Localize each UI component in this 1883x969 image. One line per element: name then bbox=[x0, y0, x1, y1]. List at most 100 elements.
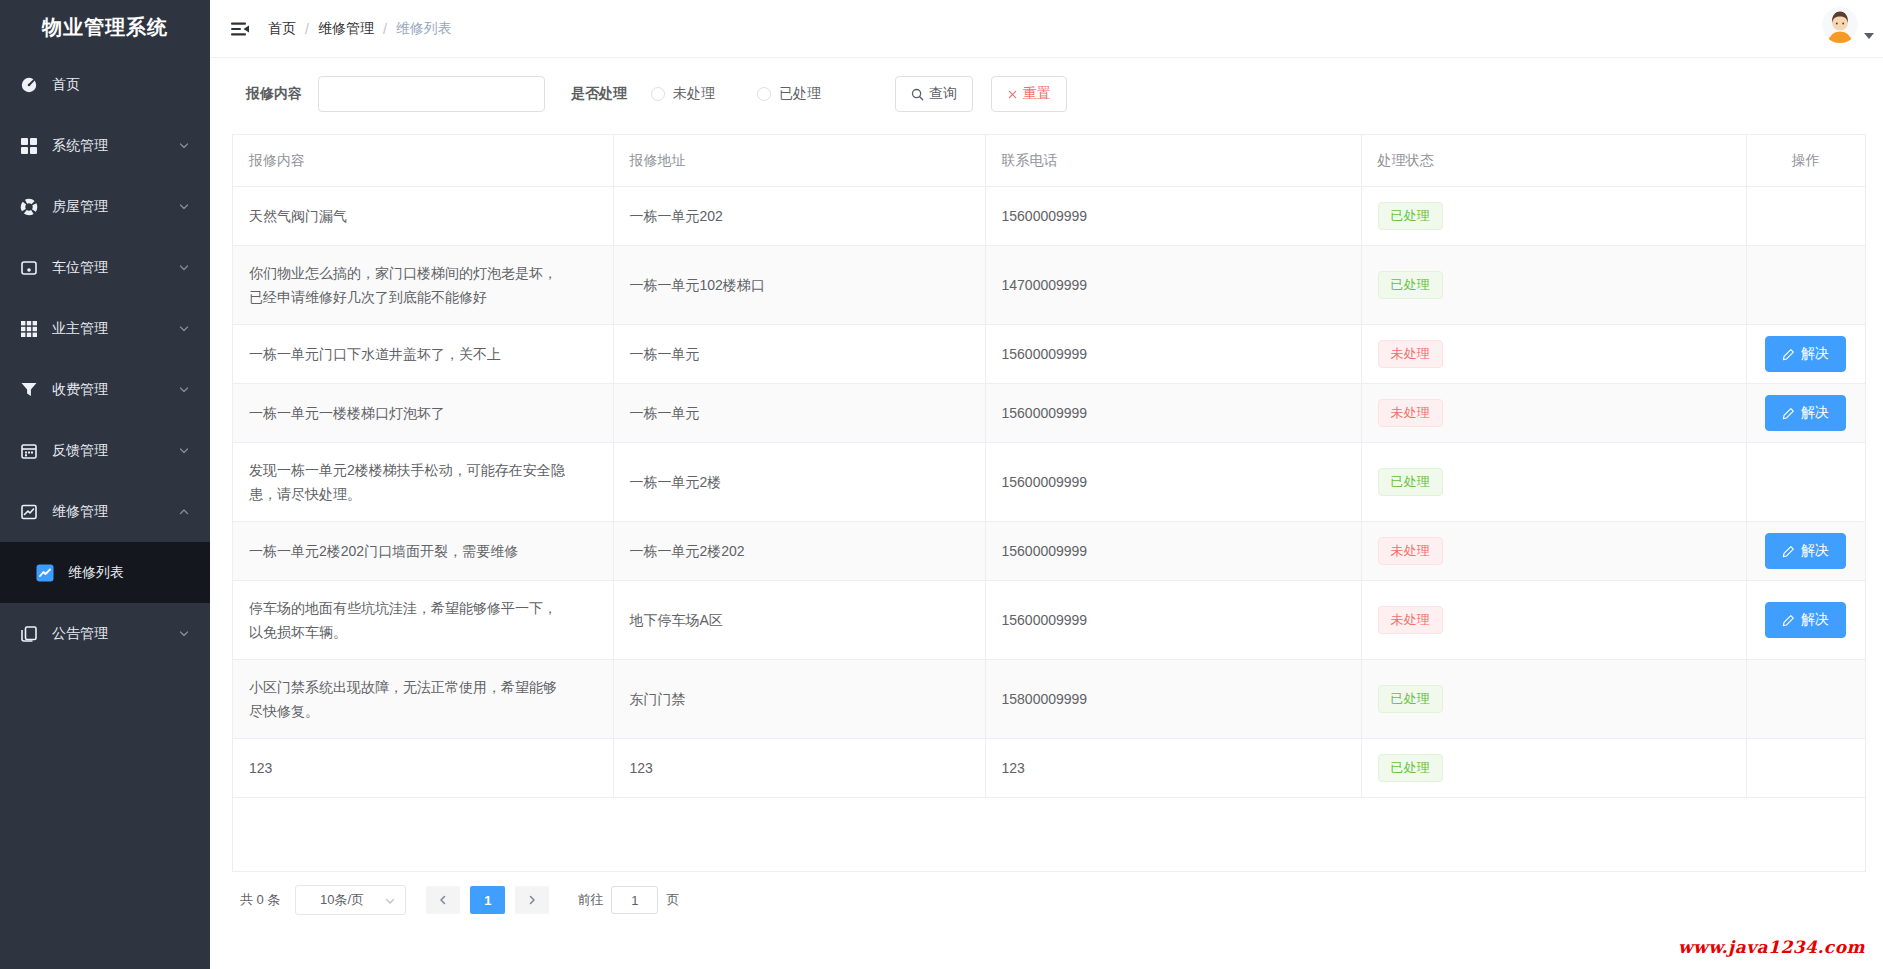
chevron-down-icon bbox=[178, 323, 190, 335]
prev-page-button[interactable] bbox=[426, 886, 460, 914]
goto-page-input[interactable] bbox=[611, 886, 658, 914]
status-badge: 未处理 bbox=[1378, 537, 1443, 565]
solve-button[interactable]: 解决 bbox=[1765, 336, 1846, 372]
monitor-icon bbox=[20, 259, 38, 277]
avatar[interactable] bbox=[1822, 7, 1858, 43]
filter-bar: 报修内容 是否处理 未处理 已处理 查询 重置 bbox=[232, 76, 1861, 112]
pagination: 共 0 条 10条/页 1 前往 页 bbox=[232, 885, 1861, 915]
cell-repair-content: 天然气阀门漏气 bbox=[233, 187, 613, 246]
sidebar-item-label: 房屋管理 bbox=[52, 198, 178, 216]
status-badge: 已处理 bbox=[1378, 202, 1443, 230]
status-badge: 未处理 bbox=[1378, 606, 1443, 634]
funnel-icon bbox=[20, 381, 38, 399]
sidebar-item-label: 公告管理 bbox=[52, 625, 178, 643]
cell-action bbox=[1746, 443, 1865, 522]
repair-content-input[interactable] bbox=[318, 76, 545, 112]
next-page-button[interactable] bbox=[515, 886, 549, 914]
sidebar-item-repair-list[interactable]: 维修列表 bbox=[0, 542, 210, 603]
filter-handled-label: 是否处理 bbox=[571, 85, 627, 103]
solve-button[interactable]: 解决 bbox=[1765, 395, 1846, 431]
chevron-down-icon bbox=[178, 445, 190, 457]
status-badge: 未处理 bbox=[1378, 340, 1443, 368]
table-row: 停车场的地面有些坑坑洼洼，希望能够修平一下，以免损坏车辆。地下停车场A区1560… bbox=[233, 581, 1865, 660]
cell-phone: 15600009999 bbox=[985, 522, 1361, 581]
sidebar-item-notice[interactable]: 公告管理 bbox=[0, 603, 210, 664]
breadcrumb: 首页 / 维修管理 / 维修列表 bbox=[268, 20, 461, 38]
reset-button[interactable]: 重置 bbox=[991, 76, 1067, 112]
status-badge: 已处理 bbox=[1378, 468, 1443, 496]
cell-status: 未处理 bbox=[1361, 581, 1746, 660]
search-button[interactable]: 查询 bbox=[895, 76, 973, 112]
sidebar-item-owner[interactable]: 业主管理 bbox=[0, 298, 210, 359]
radio-circle-icon bbox=[651, 87, 665, 101]
sidebar-item-house[interactable]: 房屋管理 bbox=[0, 176, 210, 237]
chevron-down-icon bbox=[178, 201, 190, 213]
cell-repair-content: 一栋一单元一楼楼梯口灯泡坏了 bbox=[233, 384, 613, 443]
table-row: 天然气阀门漏气一栋一单元20215600009999已处理 bbox=[233, 187, 1865, 246]
sidebar-item-label: 反馈管理 bbox=[52, 442, 178, 460]
sidebar-item-parking[interactable]: 车位管理 bbox=[0, 237, 210, 298]
sidebar-item-fees[interactable]: 收费管理 bbox=[0, 359, 210, 420]
cell-status: 已处理 bbox=[1361, 660, 1746, 739]
sidebar-item-home[interactable]: 首页 bbox=[0, 54, 210, 115]
sidebar-item-repair[interactable]: 维修管理 bbox=[0, 481, 210, 542]
cell-status: 未处理 bbox=[1361, 384, 1746, 443]
page-size-select[interactable]: 10条/页 bbox=[295, 885, 406, 915]
picture-chart-icon bbox=[20, 503, 38, 521]
cell-phone: 15600009999 bbox=[985, 325, 1361, 384]
solve-button[interactable]: 解决 bbox=[1765, 602, 1846, 638]
sidebar-item-label: 维修管理 bbox=[52, 503, 178, 521]
app-title: 物业管理系统 bbox=[0, 0, 210, 54]
cell-repair-address: 一栋一单元2楼202 bbox=[613, 522, 985, 581]
radio-handled[interactable]: 已处理 bbox=[757, 85, 821, 103]
avatar-dropdown-caret-icon[interactable] bbox=[1864, 33, 1874, 39]
cell-phone: 15800009999 bbox=[985, 660, 1361, 739]
main-area: 首页 / 维修管理 / 维修列表 bbox=[210, 0, 1883, 969]
radio-circle-icon bbox=[757, 87, 771, 101]
content: 报修内容 是否处理 未处理 已处理 查询 重置 bbox=[210, 58, 1883, 915]
cell-repair-content: 停车场的地面有些坑坑洼洼，希望能够修平一下，以免损坏车辆。 bbox=[233, 581, 613, 660]
status-badge: 已处理 bbox=[1378, 685, 1443, 713]
table-header-row: 报修内容报修地址联系电话处理状态操作 bbox=[233, 135, 1865, 187]
cell-action bbox=[1746, 246, 1865, 325]
chevron-right-icon bbox=[526, 894, 538, 906]
cell-repair-address: 一栋一单元 bbox=[613, 325, 985, 384]
sidebar-item-system[interactable]: 系统管理 bbox=[0, 115, 210, 176]
sidebar-item-label: 首页 bbox=[52, 76, 190, 94]
status-badge: 已处理 bbox=[1378, 271, 1443, 299]
cell-status: 已处理 bbox=[1361, 187, 1746, 246]
solve-button[interactable]: 解决 bbox=[1765, 533, 1846, 569]
search-icon bbox=[911, 88, 924, 101]
goto-label: 前往 bbox=[577, 891, 603, 909]
chevron-up-icon bbox=[178, 506, 190, 518]
cell-action: 解决 bbox=[1746, 384, 1865, 443]
table-row: 一栋一单元一楼楼梯口灯泡坏了一栋一单元15600009999未处理解决 bbox=[233, 384, 1865, 443]
sidebar: 物业管理系统 首页系统管理房屋管理车位管理业主管理收费管理反馈管理维修管理维修列… bbox=[0, 0, 210, 969]
column-header: 操作 bbox=[1746, 135, 1865, 187]
cell-action: 解决 bbox=[1746, 581, 1865, 660]
cell-action: 解决 bbox=[1746, 325, 1865, 384]
breadcrumb-repair[interactable]: 维修管理 bbox=[318, 20, 374, 38]
table-row: 你们物业怎么搞的，家门口楼梯间的灯泡老是坏，已经申请维修好几次了到底能不能修好一… bbox=[233, 246, 1865, 325]
table-row: 123123123已处理 bbox=[233, 739, 1865, 798]
grid-icon bbox=[20, 137, 38, 155]
cell-status: 未处理 bbox=[1361, 522, 1746, 581]
cell-repair-address: 地下停车场A区 bbox=[613, 581, 985, 660]
table-row: 小区门禁系统出现故障，无法正常使用，希望能够尽快修复。东门门禁158000099… bbox=[233, 660, 1865, 739]
hamburger-icon[interactable] bbox=[230, 19, 250, 39]
top-navbar: 首页 / 维修管理 / 维修列表 bbox=[210, 0, 1883, 58]
copy-document-icon bbox=[20, 625, 38, 643]
cell-repair-content: 发现一栋一单元2楼楼梯扶手松动，可能存在安全隐患，请尽快处理。 bbox=[233, 443, 613, 522]
cell-repair-content: 小区门禁系统出现故障，无法正常使用，希望能够尽快修复。 bbox=[233, 660, 613, 739]
breadcrumb-home[interactable]: 首页 bbox=[268, 20, 296, 38]
cell-phone: 15600009999 bbox=[985, 187, 1361, 246]
sidebar-item-label: 车位管理 bbox=[52, 259, 178, 277]
app-window: 物业管理系统 首页系统管理房屋管理车位管理业主管理收费管理反馈管理维修管理维修列… bbox=[0, 0, 1883, 969]
column-header: 联系电话 bbox=[985, 135, 1361, 187]
sidebar-item-feedback[interactable]: 反馈管理 bbox=[0, 420, 210, 481]
table-row: 发现一栋一单元2楼楼梯扶手松动，可能存在安全隐患，请尽快处理。一栋一单元2楼15… bbox=[233, 443, 1865, 522]
cell-repair-address: 123 bbox=[613, 739, 985, 798]
radio-unhandled[interactable]: 未处理 bbox=[651, 85, 715, 103]
page-number-1[interactable]: 1 bbox=[470, 886, 505, 914]
status-badge: 已处理 bbox=[1378, 754, 1443, 782]
